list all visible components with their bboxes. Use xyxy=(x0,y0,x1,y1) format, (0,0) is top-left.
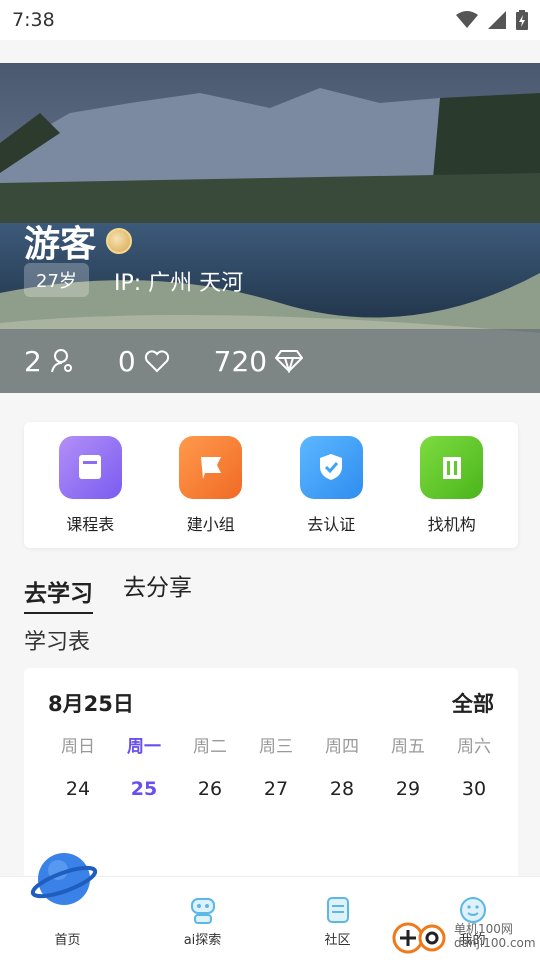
diamond-icon xyxy=(275,350,304,373)
calendar-date-label: 8月25日 xyxy=(48,692,134,716)
status-bar: 7:38 xyxy=(0,0,540,40)
weekday-label: 周六 xyxy=(457,737,491,757)
quick-action-verify[interactable]: 去认证 xyxy=(276,435,386,535)
profile-stats: 2 0 720 xyxy=(0,329,540,393)
wifi-icon xyxy=(456,11,478,28)
weekday-row: 周日 周一 周二 周三 周四 周五 周六 xyxy=(46,732,506,757)
date-cell[interactable]: 29 xyxy=(376,778,440,800)
profile-name-row: 游客 xyxy=(24,215,133,267)
username: 游客 xyxy=(24,224,97,265)
date-cell[interactable]: 26 xyxy=(178,778,242,800)
tabbar-community[interactable]: 社区 xyxy=(283,895,393,948)
section-title: 学习表 xyxy=(24,630,91,655)
followers-stat[interactable]: 2 xyxy=(24,345,74,378)
tab-study[interactable]: 去学习 xyxy=(24,574,93,614)
quick-action-create-group[interactable]: 建小组 xyxy=(156,435,266,535)
date-cell[interactable]: 30 xyxy=(442,778,506,800)
age-chip: 27岁 xyxy=(24,263,89,297)
tabbar-ai-explore[interactable]: ai探索 xyxy=(148,895,258,948)
tab-share[interactable]: 去分享 xyxy=(123,568,192,614)
vip-badge-icon[interactable] xyxy=(106,228,133,254)
status-time: 7:38 xyxy=(12,9,55,31)
status-icons xyxy=(456,10,528,30)
ip-location: IP: 广州 天河 xyxy=(114,271,244,296)
date-cell[interactable]: 27 xyxy=(244,778,308,800)
likes-count: 0 xyxy=(117,344,136,378)
building-icon xyxy=(420,435,484,499)
quick-action-label: 建小组 xyxy=(186,514,235,534)
heart-icon xyxy=(144,350,169,373)
tabbar-home-label: 首页 xyxy=(54,933,81,948)
robot-icon xyxy=(190,898,215,924)
flag-icon xyxy=(179,435,243,499)
user-icon xyxy=(50,349,72,373)
diamonds-count: 720 xyxy=(213,344,268,378)
weekday-label: 周五 xyxy=(391,737,425,757)
quick-action-label: 找机构 xyxy=(427,514,476,534)
weekday-label: 周二 xyxy=(193,737,227,757)
diamonds-stat[interactable]: 720 xyxy=(213,344,304,378)
watermark-logo-icon xyxy=(392,922,446,954)
weekday-label: 周日 xyxy=(61,737,95,757)
shield-check-icon xyxy=(299,435,363,499)
date-cell-current[interactable]: 25 xyxy=(112,778,176,800)
weekday-label: 周三 xyxy=(259,737,293,757)
watermark-line2: danji100.com xyxy=(454,936,536,950)
date-row: 24 25 26 27 28 29 30 xyxy=(46,778,506,800)
date-cell[interactable]: 24 xyxy=(46,778,110,800)
quick-action-find-org[interactable]: 找机构 xyxy=(397,435,507,535)
weekday-label-current: 周一 xyxy=(127,737,161,757)
quick-action-schedule[interactable]: 课程表 xyxy=(35,435,145,535)
followers-count: 2 xyxy=(24,344,42,378)
calendar-all-button[interactable]: 全部 xyxy=(452,688,494,718)
weekday-label: 周四 xyxy=(325,737,359,757)
planet-icon[interactable] xyxy=(30,846,100,912)
community-icon xyxy=(326,897,349,923)
tabbar-home[interactable]: 首页 xyxy=(13,929,123,948)
tabbar-ai-label: ai探索 xyxy=(183,933,222,948)
quick-action-label: 去认证 xyxy=(307,514,356,534)
watermark: 单机100网 danji100.com xyxy=(392,916,536,956)
book-icon xyxy=(58,435,122,499)
tabbar-community-label: 社区 xyxy=(324,933,351,948)
quick-action-label: 课程表 xyxy=(66,514,115,534)
watermark-line1: 单机100网 xyxy=(454,922,513,936)
profile-header: 游客 27岁 IP: 广州 天河 2 0 720 xyxy=(0,63,540,393)
likes-stat[interactable]: 0 xyxy=(118,345,170,378)
date-cell[interactable]: 28 xyxy=(310,778,374,800)
content-tabs: 去学习 去分享 xyxy=(24,568,192,614)
signal-icon xyxy=(488,11,506,29)
battery-icon xyxy=(516,10,528,30)
quick-actions-card: 课程表 建小组 去认证 找机构 xyxy=(24,422,518,548)
